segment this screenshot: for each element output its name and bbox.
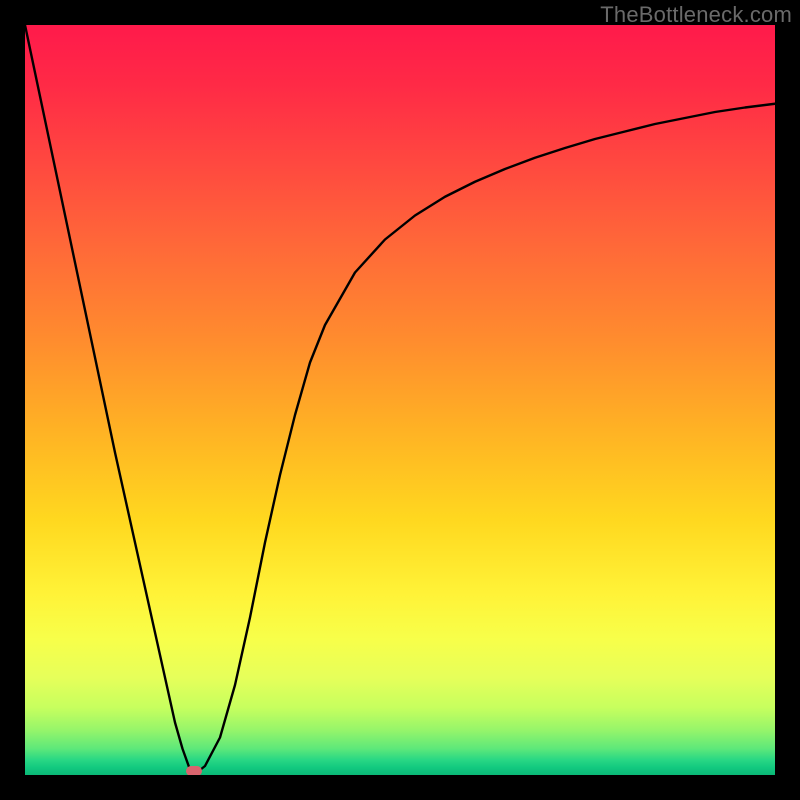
curve-svg xyxy=(25,25,775,775)
bottleneck-curve xyxy=(25,25,775,772)
chart-stage: TheBottleneck.com xyxy=(0,0,800,800)
optimum-marker xyxy=(186,766,202,775)
plot-area xyxy=(25,25,775,775)
watermark-label: TheBottleneck.com xyxy=(600,2,792,28)
